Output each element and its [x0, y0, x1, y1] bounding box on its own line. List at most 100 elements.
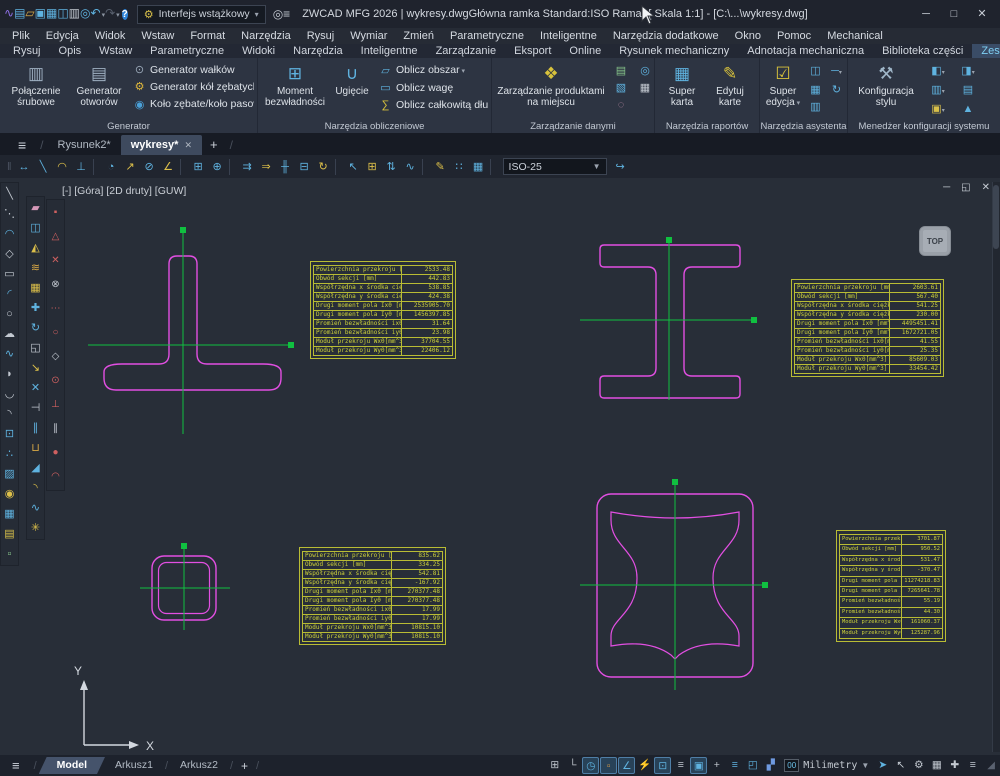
snap-center-icon[interactable]: ○ [48, 321, 63, 345]
extend-tool-icon[interactable]: ⊣ [28, 398, 43, 418]
dim-arc-icon[interactable]: ◠ [53, 158, 72, 176]
doc-close-button[interactable]: ✕ [982, 182, 990, 193]
layout-tab-arkusz2[interactable]: Arkusz2 [170, 757, 228, 774]
tab-adnotacja-mechaniczna[interactable]: Adnotacja mechaniczna [738, 44, 873, 58]
tab-widoki[interactable]: Widoki [233, 44, 284, 58]
polygon-tool-icon[interactable]: ◇ [2, 244, 17, 264]
zoom-data-icon[interactable]: ◌ [611, 98, 631, 112]
table-style-icon[interactable]: ▥ [925, 83, 951, 99]
mleader-add-icon[interactable]: ⊞ [363, 158, 382, 176]
doc-restore-button[interactable]: ◱ [961, 182, 970, 193]
sheet-style-icon[interactable]: ▣ [925, 102, 951, 118]
arc-3point-tool-icon[interactable]: ◡ [2, 384, 17, 404]
raster-image-icon[interactable]: ▤ [2, 524, 17, 544]
undo-icon[interactable]: ↶ [91, 6, 106, 20]
chamfer-tool-icon[interactable]: ◢ [28, 458, 43, 478]
menu-inteligentne[interactable]: Inteligentne [532, 28, 605, 44]
menu-pomoc[interactable]: Pomoc [769, 28, 819, 44]
copy-sheet-icon[interactable]: ◫ [807, 64, 824, 80]
deflection-button[interactable]: ∪ Ugięcie [329, 60, 375, 120]
menu-edycja[interactable]: Edycja [38, 28, 87, 44]
shaft-generator-button[interactable]: ⊙ Generator wałków [133, 64, 252, 77]
arc-tool-icon[interactable]: ◠ [2, 224, 17, 244]
menu-wstaw[interactable]: Wstaw [133, 28, 182, 44]
ortho-toggle-icon[interactable]: └ [564, 757, 581, 774]
insert-block-icon[interactable]: ⊡ [2, 424, 17, 444]
dim-sep-6[interactable] [490, 159, 497, 175]
units-selector[interactable]: 00 Milimetry ▼ [784, 759, 869, 772]
menu-format[interactable]: Format [182, 28, 233, 44]
dim-continue-icon[interactable]: ⇒ [257, 158, 276, 176]
qat-menu-icon[interactable]: ≡ [283, 7, 290, 21]
image-data-icon[interactable]: ▧ [611, 81, 631, 95]
close-tab-icon[interactable]: ✕ [184, 140, 192, 150]
tab-wstaw[interactable]: Wstaw [90, 44, 141, 58]
tab-biblioteka-czesci[interactable]: Biblioteka części [873, 44, 972, 58]
hatch-tool-icon[interactable]: ▨ [2, 464, 17, 484]
snap-mode-icon[interactable]: + [708, 757, 725, 774]
tab-opis[interactable]: Opis [50, 44, 91, 58]
grip-point[interactable] [751, 317, 757, 323]
tab-zarzadzanie[interactable]: Zarządzanie [427, 44, 506, 58]
snap-endpoint-icon[interactable]: ▪ [48, 201, 63, 225]
rectangle-tool-icon[interactable]: ▭ [2, 264, 17, 284]
close-button[interactable]: ✕ [968, 4, 996, 24]
polar-tracking-icon[interactable]: ◷ [582, 757, 599, 774]
calc-weight-button[interactable]: ▭ Oblicz wagę [379, 82, 486, 95]
smart-voice-icon[interactable]: ➤ [874, 757, 891, 774]
line-tool-icon[interactable]: ╲ [2, 184, 17, 204]
tab-inteligentne[interactable]: Inteligentne [352, 44, 427, 58]
circle-tool-icon[interactable]: ○ [2, 304, 17, 324]
dim-angular-icon[interactable]: ∠ [159, 158, 178, 176]
grip-point[interactable] [288, 342, 294, 348]
linetype-icon[interactable]: ≡ [726, 757, 743, 774]
menu-widok[interactable]: Widok [87, 28, 134, 44]
gear-pulley-button[interactable]: ◉ Koło zębate/koło pasowe [133, 98, 252, 112]
section-properties-table[interactable]: Powierzchnia przekroju [mm^2] 2603.61 Ob… [791, 279, 944, 377]
line-style-icon[interactable]: ─ [828, 64, 845, 80]
transparency-icon[interactable]: ≡ [672, 757, 689, 774]
mleader-collect-icon[interactable]: ∿ [401, 158, 420, 176]
dim-style-manager-icon[interactable]: ▦ [469, 158, 488, 176]
gear-generator-button[interactable]: ⚙ Generator kół zębatych [133, 81, 252, 94]
workspace-icon[interactable]: ▞ [762, 757, 779, 774]
explode-tool-icon[interactable]: ✳ [28, 518, 43, 538]
grid-sheet-icon[interactable]: ▦ [807, 83, 824, 97]
snap-node-icon[interactable]: ● [48, 441, 63, 465]
dim-edit-icon[interactable]: ✎ [431, 158, 450, 176]
preview-icon[interactable]: ◎ [80, 6, 90, 20]
snap-tangent-icon[interactable]: ⊙ [48, 369, 63, 393]
fillet-tool-icon[interactable]: ◝ [28, 478, 43, 498]
maximize-button[interactable]: □ [940, 4, 968, 24]
hole-generator-button[interactable]: ▤ Generator otworów [69, 60, 129, 120]
bolt-connection-button[interactable]: ▥ Połączenie śrubowe [3, 60, 69, 120]
draw-more-icon[interactable]: ▫ [2, 544, 17, 564]
super-edit-button[interactable]: ☑ Super edycja [763, 60, 803, 120]
scale-tool-icon[interactable]: ◱ [28, 338, 43, 358]
dim-break-icon[interactable]: ╫ [276, 158, 295, 176]
menu-mechanical[interactable]: Mechanical [819, 28, 891, 44]
dim-tolerance-icon[interactable]: ⊞ [189, 158, 208, 176]
view-find-icon[interactable]: ◎ [273, 7, 283, 21]
section-properties-table[interactable]: Powierzchnia przekroju [mm^2] 2533.48 Ob… [310, 261, 456, 359]
search-data-icon[interactable]: ◎ [635, 64, 654, 78]
redo-icon[interactable]: ↷ [105, 6, 120, 20]
mleader-icon[interactable]: ↖ [344, 158, 363, 176]
stretch-tool-icon[interactable]: ↘ [28, 358, 43, 378]
super-card-button[interactable]: ▦ Super karta [658, 60, 706, 120]
grip-point[interactable] [672, 479, 678, 485]
dim-aligned-icon[interactable]: ╲ [34, 158, 53, 176]
lineweight-icon[interactable]: ⊡ [654, 757, 671, 774]
grid-toggle-icon[interactable]: ⊞ [546, 757, 563, 774]
fillet-arc-tool-icon[interactable]: ◜ [2, 284, 17, 304]
print-sheet-icon[interactable]: ▥ [807, 100, 824, 114]
dim-sep-2[interactable] [180, 159, 187, 175]
grip-point[interactable] [180, 227, 186, 233]
section-properties-table[interactable]: Powierzchnia przekroju [mm^2] 835.62 Obw… [299, 547, 446, 645]
object-snap-icon[interactable]: ▫ [600, 757, 617, 774]
menu-okno[interactable]: Okno [727, 28, 769, 44]
edit-card-button[interactable]: ✎ Edytuj karte [706, 60, 754, 120]
new-layout-button[interactable]: + [235, 759, 254, 773]
doc-tab-rysunek2[interactable]: Rysunek2* [48, 135, 121, 155]
vertical-scrollbar[interactable] [992, 182, 1000, 752]
